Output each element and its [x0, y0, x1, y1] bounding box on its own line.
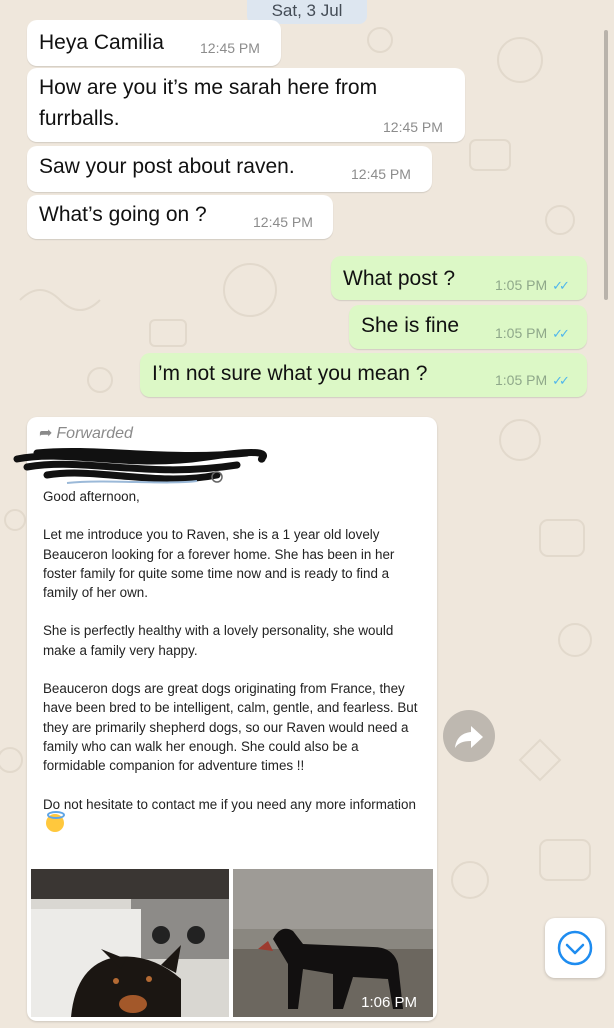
dog-photo-beach[interactable]: 1:06 PM [233, 869, 433, 1017]
message-time: 12:45 PM [253, 214, 313, 230]
post-paragraph: Let me introduce you to Raven, she is a … [43, 527, 395, 601]
message-time: 12:45 PM [351, 166, 411, 182]
message-time: 1:05 PM ✓✓ [495, 325, 570, 341]
message-incoming[interactable]: How are you it’s me sarah here from furr… [27, 68, 465, 142]
post-paragraph: Good afternoon, [43, 489, 140, 504]
message-time: 12:45 PM [383, 119, 443, 135]
share-button[interactable] [443, 710, 495, 762]
message-time: 1:06 PM [361, 994, 417, 1011]
message-text: What’s going on ? [39, 203, 207, 226]
forwarded-message[interactable]: ➦ Forwarded Good afternoon, Let me introd… [13, 417, 437, 1021]
message-outgoing[interactable]: I’m not sure what you mean ? 1:05 PM ✓✓ [140, 353, 587, 397]
post-screenshot-text: Good afternoon, Let me introduce you to … [43, 487, 423, 834]
double-check-icon: ✓✓ [552, 373, 570, 388]
chevron-down-icon [557, 930, 593, 966]
message-time: 12:45 PM [200, 40, 260, 56]
message-text: I’m not sure what you mean ? [152, 362, 428, 385]
redaction-scribble [13, 447, 267, 484]
scrollbar[interactable] [604, 30, 608, 300]
post-paragraph: She is perfectly healthy with a lovely p… [43, 623, 394, 658]
message-text: How are you it’s me sarah here from furr… [39, 76, 378, 130]
message-text: Saw your post about raven. [39, 155, 295, 178]
forward-share-icon [455, 726, 483, 748]
double-check-icon: ✓✓ [552, 326, 570, 341]
scroll-to-bottom-button[interactable] [545, 918, 605, 978]
post-paragraph-last: Do not hesitate to contact me if you nee… [43, 795, 423, 835]
message-outgoing[interactable]: She is fine 1:05 PM ✓✓ [349, 305, 587, 349]
message-incoming[interactable]: Saw your post about raven. 12:45 PM [27, 146, 432, 192]
post-paragraph: Beauceron dogs are great dogs originatin… [43, 681, 418, 774]
message-time: 1:05 PM ✓✓ [495, 372, 570, 388]
message-text: She is fine [361, 314, 460, 337]
message-incoming[interactable]: Heya Camilia 12:45 PM [27, 20, 281, 66]
message-outgoing[interactable]: What post ? 1:05 PM ✓✓ [331, 256, 587, 300]
dog-photo-kitchen[interactable] [31, 869, 229, 1017]
message-text: What post ? [343, 267, 456, 290]
message-text: Heya Camilia [39, 31, 164, 54]
angel-emoji-icon [46, 810, 65, 832]
double-check-icon: ✓✓ [552, 278, 570, 293]
message-incoming[interactable]: What’s going on ? 12:45 PM [27, 195, 333, 239]
message-time: 1:05 PM ✓✓ [495, 277, 570, 293]
